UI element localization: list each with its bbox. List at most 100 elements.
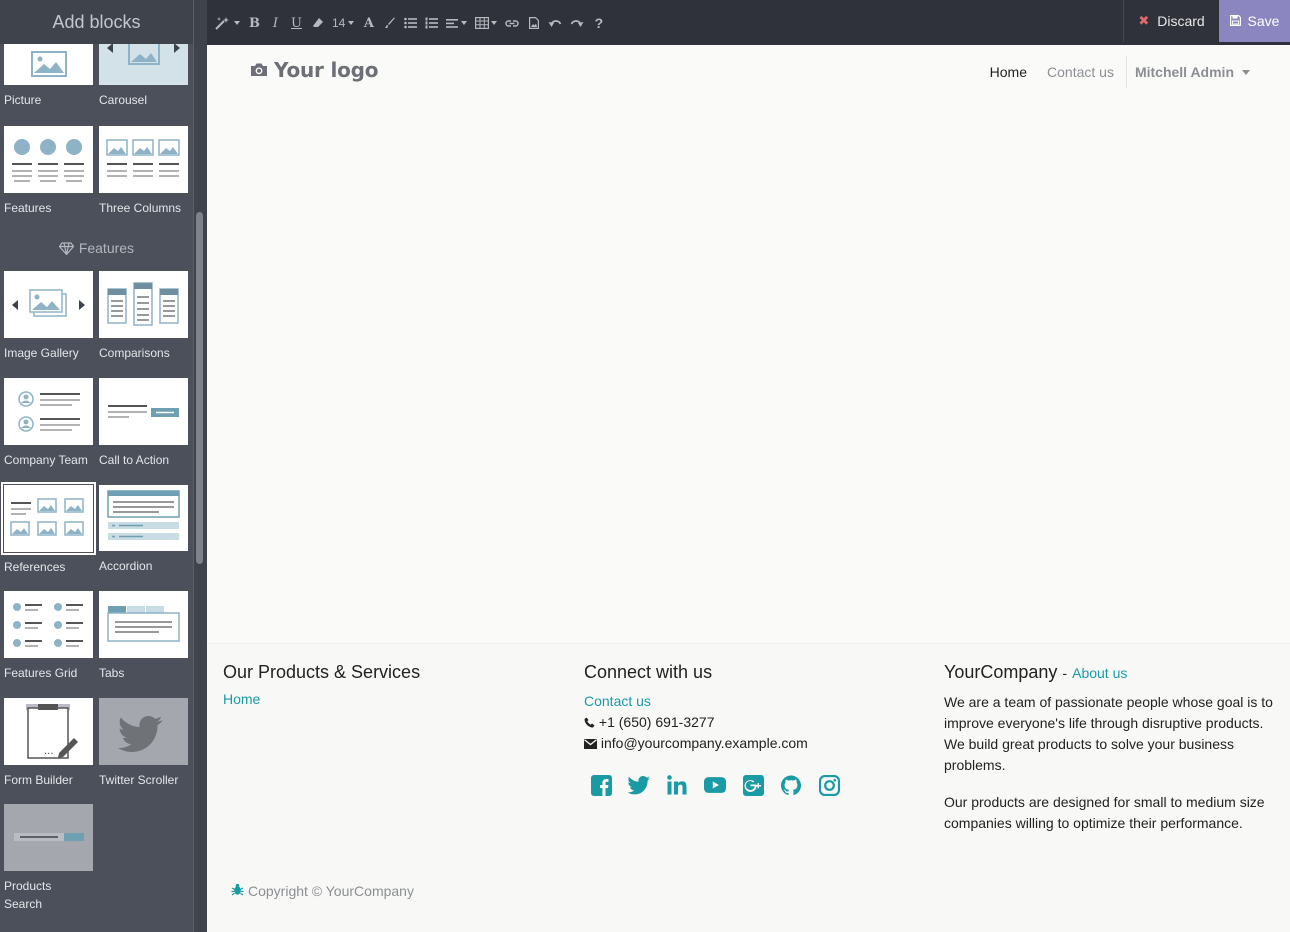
snippet-twitter-scroller[interactable]: Twitter Scroller	[99, 698, 188, 789]
snippet-label: Comparisons	[99, 346, 170, 360]
eraser-icon[interactable]	[311, 13, 324, 33]
save-button[interactable]: Save	[1219, 0, 1290, 42]
comparisons-thumbnail	[99, 271, 188, 338]
paint-brush-icon[interactable]	[383, 13, 396, 33]
snippet-accordion[interactable]: Accordion	[99, 485, 188, 575]
save-label: Save	[1247, 13, 1280, 29]
snippet-label: Form Builder	[4, 773, 73, 787]
svg-text:...: ...	[44, 746, 54, 757]
features-thumbnail	[4, 126, 93, 193]
snippet-features[interactable]: Features	[4, 126, 93, 217]
three-columns-thumbnail	[99, 126, 188, 193]
copyright-text: Copyright © YourCompany	[248, 883, 414, 899]
snippet-label: Twitter Scroller	[99, 773, 179, 787]
diamond-icon	[59, 242, 75, 258]
editor-toolbar: B I U 14 A ? ✖ Discard Save	[207, 0, 1290, 45]
numbered-list-icon[interactable]	[425, 13, 439, 33]
phone-number: +1 (650) 691-3277	[598, 714, 715, 730]
github-icon[interactable]	[780, 774, 802, 796]
underline-icon[interactable]: U	[290, 13, 303, 33]
camera-icon	[250, 58, 268, 82]
undo-icon[interactable]	[548, 13, 562, 33]
footer-home-link[interactable]: Home	[223, 691, 260, 707]
copyright-notice: Copyright © YourCompany	[231, 883, 414, 899]
category-features-title: Features	[0, 240, 193, 258]
snippets-sidebar: Picture Carousel Features Three Columns …	[0, 0, 207, 932]
snippet-three-columns[interactable]: Three Columns	[99, 126, 188, 217]
twitter-scroller-thumbnail	[99, 698, 188, 765]
snippet-form-builder[interactable]: ... Form Builder	[4, 698, 93, 789]
align-icon[interactable]	[446, 13, 468, 33]
page-content-area[interactable]	[207, 97, 1290, 643]
image-gallery-thumbnail	[4, 271, 93, 338]
table-icon[interactable]	[475, 13, 498, 33]
social-links	[590, 774, 914, 796]
footer-contact-link[interactable]: Contact us	[584, 693, 651, 709]
site-logo[interactable]: Your logo	[250, 58, 379, 82]
envelope-icon	[584, 735, 597, 751]
close-icon: ✖	[1138, 13, 1150, 28]
footer-phone: +1 (650) 691-3277	[584, 712, 914, 733]
snippet-label: Company Team	[4, 453, 88, 467]
help-icon[interactable]: ?	[592, 13, 605, 33]
snippet-call-to-action[interactable]: Call to Action	[99, 378, 188, 469]
snippet-references[interactable]: References	[1, 482, 96, 576]
user-menu-dropdown[interactable]: Mitchell Admin	[1135, 64, 1250, 80]
snippet-label: Features Grid	[4, 666, 78, 680]
company-products-text: Our products are designed for small to m…	[944, 794, 1265, 831]
magic-wand-icon[interactable]	[215, 13, 240, 33]
bug-icon	[231, 883, 244, 899]
twitter-icon[interactable]	[628, 774, 650, 796]
about-us-link[interactable]: About us	[1072, 665, 1127, 681]
linkedin-icon[interactable]	[666, 774, 688, 796]
email-address: info@yourcompany.example.com	[600, 735, 808, 751]
user-name: Mitchell Admin	[1134, 64, 1234, 80]
floppy-disk-icon	[1229, 13, 1241, 29]
nav-home-link[interactable]: Home	[980, 64, 1037, 80]
snippet-company-team[interactable]: Company Team	[4, 378, 93, 469]
bold-icon[interactable]: B	[248, 13, 261, 33]
font-color-icon[interactable]: A	[362, 13, 375, 33]
twitter-bird-icon	[117, 716, 163, 752]
website-header: Your logo Home Contact us Mitchell Admin	[207, 45, 1290, 97]
snippet-products-search[interactable]: Products Search	[4, 804, 93, 913]
image-icon[interactable]	[527, 13, 540, 33]
phone-icon	[584, 714, 595, 730]
company-name: YourCompany	[944, 662, 1058, 682]
nav-divider	[1125, 56, 1127, 88]
nav-contact-link[interactable]: Contact us	[1037, 64, 1124, 80]
youtube-icon[interactable]	[704, 774, 726, 796]
footer-company-column: YourCompany - About us We are a team of …	[944, 661, 1279, 834]
footer-connect-title: Connect with us	[584, 662, 713, 682]
font-size-value: 14	[332, 16, 346, 30]
google-plus-icon[interactable]	[742, 774, 764, 796]
facebook-icon[interactable]	[590, 774, 612, 796]
footer-company-title: YourCompany - About us	[944, 661, 1279, 684]
footer-products-column: Our Products & Services Home	[223, 661, 553, 709]
footer-products-title: Our Products & Services	[223, 662, 421, 682]
snippet-comparisons[interactable]: Comparisons	[99, 271, 188, 362]
font-size-dropdown[interactable]: 14	[332, 13, 355, 33]
sidebar-scrollbar-thumb[interactable]	[196, 212, 203, 564]
snippet-label: Features	[4, 201, 52, 215]
snippet-image-gallery[interactable]: Image Gallery	[4, 271, 93, 362]
instagram-icon[interactable]	[818, 774, 840, 796]
format-tools: B I U 14 A ?	[215, 13, 605, 33]
snippet-tabs[interactable]: Tabs	[99, 591, 188, 682]
italic-icon[interactable]: I	[269, 13, 282, 33]
footer-connect-column: Connect with us Contact us +1 (650) 691-…	[584, 661, 914, 796]
redo-icon[interactable]	[570, 13, 584, 33]
discard-label: Discard	[1157, 13, 1205, 29]
title-separator: -	[1062, 665, 1068, 681]
snippet-label: Products Search	[4, 879, 52, 911]
link-icon[interactable]	[505, 13, 520, 33]
logo-text: Your logo	[274, 58, 379, 82]
main-navigation: Home Contact us Mitchell Admin	[980, 55, 1250, 89]
discard-button[interactable]: ✖ Discard	[1123, 0, 1219, 42]
accordion-thumbnail	[99, 485, 188, 551]
snippet-label: Picture	[4, 93, 42, 107]
bullet-list-icon[interactable]	[404, 13, 418, 33]
snippet-features-grid[interactable]: Features Grid	[4, 591, 93, 682]
references-thumbnail	[1, 482, 96, 555]
snippet-label: Tabs	[99, 666, 125, 680]
